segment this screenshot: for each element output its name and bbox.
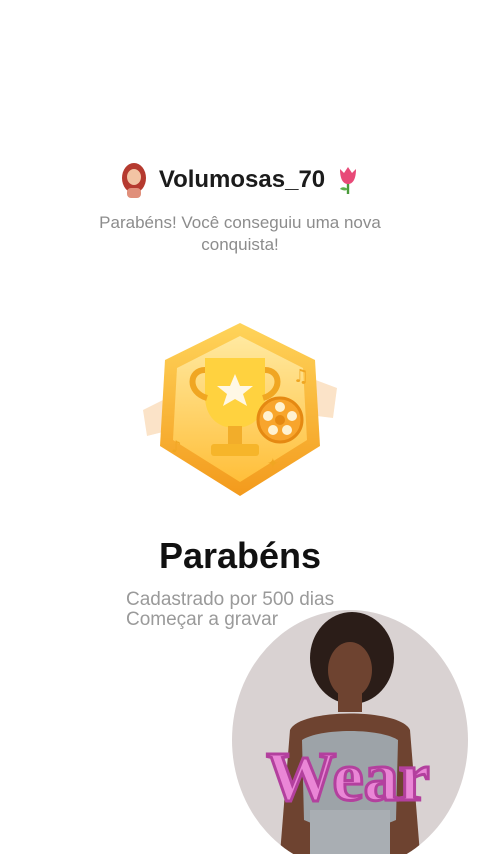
svg-text:♪: ♪	[171, 437, 181, 456]
username[interactable]: Volumosas_70	[159, 166, 325, 194]
svg-text:✦: ✦	[267, 456, 279, 472]
wear-sticker-text: Wear	[266, 739, 429, 816]
sticker-overlay[interactable]: Wear	[210, 600, 480, 854]
tulip-icon	[340, 167, 357, 194]
profile-header: Volumosas_70	[0, 160, 480, 200]
trophy-film-reel-badge-icon: ♫ ♪ ✦	[135, 318, 345, 503]
woman-avatar-icon[interactable]	[119, 162, 149, 198]
svg-text:♫: ♫	[293, 366, 309, 387]
achievement-message: Parabéns! Você conseguiu uma nova conqui…	[99, 213, 381, 254]
achievement-title: Parabéns	[158, 535, 322, 576]
